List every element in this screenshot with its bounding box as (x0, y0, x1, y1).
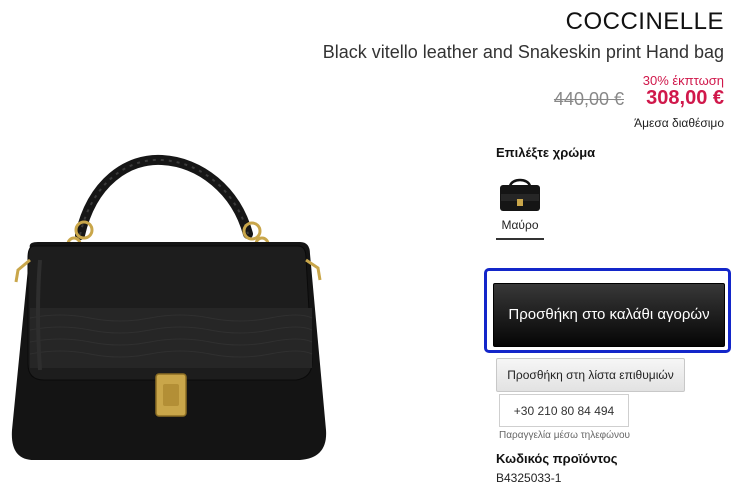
phone-order-note: Παραγγελία μέσω τηλεφώνου (499, 430, 630, 441)
color-swatch-label: Μαύρο (501, 218, 539, 232)
availability-status: Άμεσα διαθέσιμο (634, 116, 724, 130)
product-code-label: Κωδικός προϊόντος (496, 451, 618, 466)
sale-price: 308,00 € (646, 87, 724, 109)
product-image[interactable] (0, 130, 340, 490)
add-to-wishlist-button[interactable]: Προσθήκη στη λίστα επιθυμιών (496, 358, 685, 392)
color-swatch-black[interactable]: Μαύρο (496, 170, 544, 240)
add-to-cart-button[interactable]: Προσθήκη στο καλάθι αγορών (493, 283, 725, 347)
color-label: Επιλέξτε χρώμα (496, 145, 596, 160)
product-title: Black vitello leather and Snakeskin prin… (322, 42, 724, 62)
brand-name: COCCINELLE (565, 8, 724, 35)
product-code-value: B4325033-1 (496, 471, 562, 485)
old-price: 440,00 € (553, 89, 624, 109)
phone-order-button[interactable]: +30 210 80 84 494 (499, 394, 629, 427)
color-swatch-thumbnail (500, 178, 540, 211)
discount-badge: 30% έκπτωση (642, 73, 724, 88)
